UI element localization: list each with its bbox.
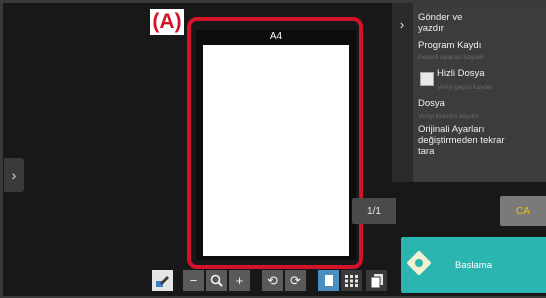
single-page-icon <box>324 274 334 287</box>
edit-icon <box>155 273 170 288</box>
edit-button[interactable] <box>152 270 173 291</box>
rotate-left-button[interactable]: ⟲ <box>262 270 283 291</box>
menu-item-send-print[interactable]: Gönder ve yazdır <box>418 12 488 34</box>
single-page-view-button[interactable] <box>318 270 339 291</box>
menu-item-file-sub: Veriyi Klasöre kaydet <box>418 113 479 120</box>
thumbnail-view-button[interactable] <box>341 270 362 291</box>
menu-item-program-register-sub: Geçerli Ayarları kaydet <box>418 54 484 61</box>
ca-button[interactable]: CA <box>500 196 546 226</box>
zoom-in-button[interactable]: + <box>229 270 250 291</box>
menu-item-program-register[interactable]: Program Kaydı <box>418 40 481 51</box>
multi-page-icon <box>370 273 384 288</box>
thumbnail-grid-icon <box>345 274 358 287</box>
side-panel-menu: Gönder ve yazdır Program Kaydı Geçerli A… <box>413 3 546 182</box>
callout-label: (A) <box>150 9 184 35</box>
start-button[interactable]: Baslama <box>401 237 546 293</box>
quick-file-checkbox[interactable] <box>420 72 434 86</box>
start-label: Baslama <box>455 259 492 271</box>
left-panel-toggle[interactable]: › <box>4 158 24 192</box>
zoom-in-icon: + <box>235 273 244 288</box>
chevron-right-icon: › <box>399 16 405 32</box>
zoom-out-button[interactable]: − <box>183 270 204 291</box>
rotate-right-icon: ⟳ <box>290 272 301 288</box>
multi-page-view-button[interactable] <box>366 270 387 291</box>
side-panel-toggle[interactable]: › <box>392 3 412 45</box>
zoom-out-icon: − <box>189 273 198 288</box>
menu-item-quick-file-sub: Veriyi geçici kaydet <box>437 84 493 91</box>
menu-item-rescan[interactable]: Orijinali Ayarları değiştirmeden tekrar … <box>418 124 513 157</box>
page-counter: 1/1 <box>352 198 396 224</box>
callout-highlight-frame <box>187 17 363 269</box>
chevron-right-icon: › <box>11 167 17 183</box>
rotate-right-button[interactable]: ⟳ <box>285 270 306 291</box>
rotate-left-icon: ⟲ <box>267 272 278 288</box>
menu-item-quick-file[interactable]: Hizli Dosya <box>437 68 485 79</box>
zoom-icon <box>210 274 223 287</box>
zoom-button[interactable] <box>206 270 227 291</box>
menu-item-file[interactable]: Dosya <box>418 98 445 109</box>
